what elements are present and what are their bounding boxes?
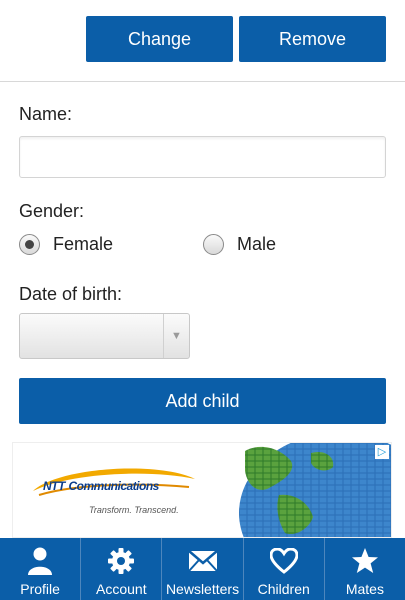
person-icon bbox=[25, 546, 55, 576]
gender-radio-male[interactable]: Male bbox=[203, 234, 276, 255]
tab-label: Children bbox=[257, 581, 310, 597]
tab-label: Profile bbox=[20, 581, 60, 597]
tab-newsletters[interactable]: Newsletters bbox=[162, 538, 244, 600]
globe-image bbox=[239, 443, 391, 537]
add-child-button[interactable]: Add child bbox=[19, 378, 386, 424]
star-icon bbox=[350, 546, 380, 576]
ad-brand: NTT Communications bbox=[43, 477, 159, 494]
ad-tagline: Transform. Transcend. bbox=[89, 505, 179, 515]
top-actions-bar: Change Remove bbox=[0, 0, 405, 82]
gear-icon bbox=[106, 546, 136, 576]
radio-checked-icon[interactable] bbox=[19, 234, 40, 255]
change-button[interactable]: Change bbox=[86, 16, 233, 62]
tab-account[interactable]: Account bbox=[81, 538, 163, 600]
gender-male-label: Male bbox=[237, 234, 277, 254]
name-label: Name: bbox=[19, 104, 73, 124]
tab-label: Mates bbox=[345, 581, 384, 597]
tab-mates[interactable]: Mates bbox=[325, 538, 405, 600]
envelope-icon bbox=[187, 546, 218, 576]
gender-radio-female[interactable]: Female bbox=[19, 234, 113, 255]
gender-female-label: Female bbox=[53, 234, 114, 254]
gender-label: Gender: bbox=[19, 201, 85, 221]
chevron-down-icon[interactable]: ▼ bbox=[163, 314, 189, 358]
ad-brand-suffix: Communications bbox=[68, 479, 160, 493]
bottom-tab-bar: Profile Account Newsletters Children Mat… bbox=[0, 538, 405, 600]
tab-label: Newsletters bbox=[165, 581, 240, 597]
tab-label: Account bbox=[96, 581, 147, 597]
name-input[interactable] bbox=[19, 136, 386, 178]
dob-select[interactable]: ▼ bbox=[19, 313, 190, 359]
dob-label: Date of birth: bbox=[19, 284, 123, 304]
radio-unchecked-icon[interactable] bbox=[203, 234, 224, 255]
heart-icon bbox=[269, 546, 299, 576]
tab-profile[interactable]: Profile bbox=[0, 538, 82, 600]
ad-brand-name: NTT bbox=[43, 479, 65, 493]
ad-banner[interactable]: NTT Communications Transform. Transcend.… bbox=[12, 442, 392, 538]
tab-children[interactable]: Children bbox=[244, 538, 325, 600]
ad-choices-icon[interactable]: ▷ bbox=[375, 445, 389, 459]
remove-button[interactable]: Remove bbox=[239, 16, 386, 62]
